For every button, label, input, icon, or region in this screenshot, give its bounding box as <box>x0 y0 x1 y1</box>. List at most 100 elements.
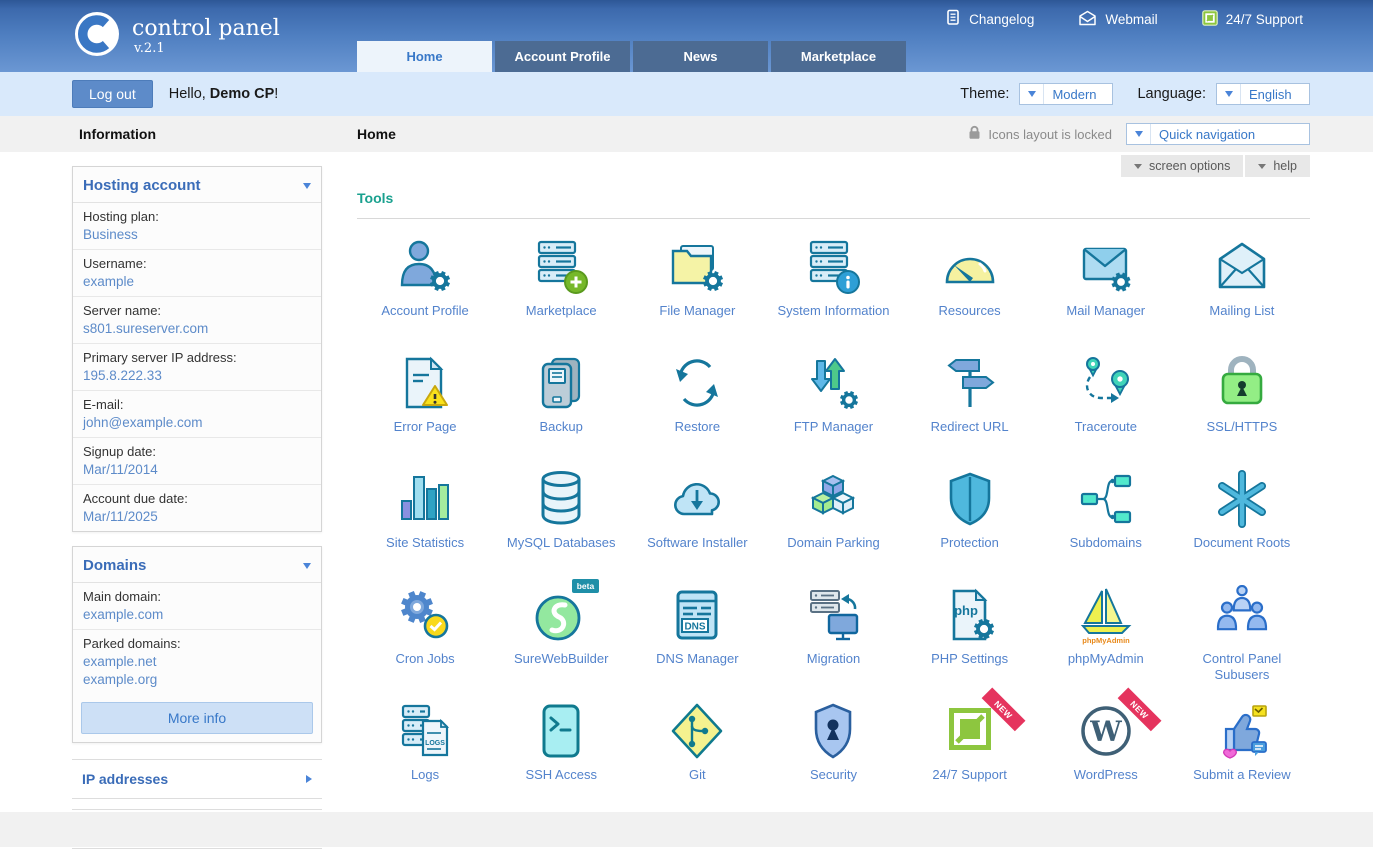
quick-navigation-select[interactable]: Quick navigation <box>1126 123 1310 145</box>
tools-section-title: Tools <box>357 190 1310 219</box>
header-link-label: 24/7 Support <box>1226 12 1303 27</box>
migration-icon <box>794 583 872 645</box>
tool-error-page[interactable]: Error Page <box>357 351 493 467</box>
tool-label: Submit a Review <box>1186 767 1298 783</box>
wordpress-icon: WNEW <box>1067 699 1145 761</box>
tool-ftp-manager[interactable]: FTP Manager <box>765 351 901 467</box>
expand-arrow-icon[interactable] <box>306 775 312 783</box>
tool-marketplace[interactable]: Marketplace <box>493 235 629 351</box>
tool-label: Domain Parking <box>777 535 889 551</box>
tool-backup[interactable]: Backup <box>493 351 629 467</box>
tool-submit-a-review[interactable]: Submit a Review <box>1174 699 1310 815</box>
tool-document-roots[interactable]: Document Roots <box>1174 467 1310 583</box>
greeting: Hello,Demo CP! <box>169 86 279 102</box>
logout-button[interactable]: Log out <box>72 80 153 108</box>
traceroute-icon <box>1067 351 1145 413</box>
support-badge-icon <box>1202 10 1218 29</box>
tool-dns-manager[interactable]: DNSDNS Manager <box>629 583 765 699</box>
chevron-down-icon[interactable] <box>1020 84 1044 104</box>
header-link-24-7-support[interactable]: 24/7 Support <box>1202 10 1303 29</box>
account-field-account-due-date: Account due date:Mar/11/2025 <box>73 485 321 531</box>
tool-phpmyadmin[interactable]: phpMyAdminphpMyAdmin <box>1038 583 1174 699</box>
content-area: Hosting account Hosting plan:BusinessUse… <box>0 152 1373 849</box>
tool-label: phpMyAdmin <box>1050 651 1162 667</box>
chevron-down-icon[interactable] <box>1217 84 1241 104</box>
field-label: Main domain: <box>83 589 311 604</box>
file-manager-icon <box>658 235 736 297</box>
tool-label: 24/7 Support <box>914 767 1026 783</box>
tool-surewebbuilder[interactable]: betaSureWebBuilder <box>493 583 629 699</box>
tool-file-manager[interactable]: File Manager <box>629 235 765 351</box>
screen-options-button[interactable]: screen options <box>1121 155 1243 177</box>
field-value: Mar/11/2025 <box>83 509 311 524</box>
tool-resources[interactable]: Resources <box>902 235 1038 351</box>
tool-label: Restore <box>641 419 753 435</box>
cp-subusers-icon <box>1203 583 1281 645</box>
tool-ssl-https[interactable]: SSL/HTTPS <box>1174 351 1310 467</box>
header-link-webmail[interactable]: Webmail <box>1078 10 1157 29</box>
surewebbuilder-icon: beta <box>522 583 600 645</box>
tool-migration[interactable]: Migration <box>765 583 901 699</box>
language-value: English <box>1241 87 1309 102</box>
tool-git[interactable]: Git <box>629 699 765 815</box>
tool-protection[interactable]: Protection <box>902 467 1038 583</box>
field-value: 195.8.222.33 <box>83 368 311 383</box>
tool-php-settings[interactable]: phpPHP Settings <box>902 583 1038 699</box>
tool-mysql-databases[interactable]: MySQL Databases <box>493 467 629 583</box>
chevron-down-icon[interactable] <box>1127 124 1151 144</box>
tool-domain-parking[interactable]: Domain Parking <box>765 467 901 583</box>
tool-cron-jobs[interactable]: Cron Jobs <box>357 583 493 699</box>
tool-security[interactable]: Security <box>765 699 901 815</box>
tab-marketplace[interactable]: Marketplace <box>771 41 906 72</box>
tool-label: PHP Settings <box>914 651 1026 667</box>
ssl-https-icon <box>1203 351 1281 413</box>
field-label: Hosting plan: <box>83 209 311 224</box>
field-label: Parked domains: <box>83 636 311 651</box>
tool-software-installer[interactable]: Software Installer <box>629 467 765 583</box>
tool-label: DNS Manager <box>641 651 753 667</box>
collapse-arrow-icon[interactable] <box>303 563 311 569</box>
webmail-icon <box>1078 10 1097 29</box>
sidebar-section-ip-addresses[interactable]: IP addresses <box>72 759 322 799</box>
collapse-arrow-icon[interactable] <box>303 183 311 189</box>
help-button[interactable]: help <box>1245 155 1310 177</box>
tool-label: Subdomains <box>1050 535 1162 551</box>
tool-subdomains[interactable]: Subdomains <box>1038 467 1174 583</box>
app-version: v.2.1 <box>134 42 280 56</box>
more-info-button[interactable]: More info <box>81 702 313 734</box>
account-profile-icon <box>386 235 464 297</box>
language-label: Language: <box>1137 86 1206 102</box>
chevron-down-icon <box>1258 164 1266 169</box>
tool-site-statistics[interactable]: Site Statistics <box>357 467 493 583</box>
tool-label: File Manager <box>641 303 753 319</box>
language-select[interactable]: English <box>1216 83 1310 105</box>
tool-ssh-access[interactable]: SSH Access <box>493 699 629 815</box>
theme-select[interactable]: Modern <box>1019 83 1113 105</box>
tool-mail-manager[interactable]: Mail Manager <box>1038 235 1174 351</box>
tool-system-information[interactable]: System Information <box>765 235 901 351</box>
tool-traceroute[interactable]: Traceroute <box>1038 351 1174 467</box>
tab-home[interactable]: Home <box>357 41 492 72</box>
tool-redirect-url[interactable]: Redirect URL <box>902 351 1038 467</box>
tool-24-7-support[interactable]: NEW24/7 Support <box>902 699 1038 815</box>
account-field-server-name: Server name:s801.sureserver.com <box>73 297 321 344</box>
tool-label: Document Roots <box>1186 535 1298 551</box>
tool-mailing-list[interactable]: Mailing List <box>1174 235 1310 351</box>
protection-icon <box>931 467 1009 529</box>
tab-account-profile[interactable]: Account Profile <box>495 41 630 72</box>
domains-header[interactable]: Domains <box>73 547 321 583</box>
account-field-e-mail: E-mail:john@example.com <box>73 391 321 438</box>
tool-control-panel-subusers[interactable]: Control Panel Subusers <box>1174 583 1310 699</box>
cron-jobs-icon <box>386 583 464 645</box>
tool-logs[interactable]: LOGSLogs <box>357 699 493 815</box>
logo-c-icon <box>74 11 120 62</box>
tool-label: Traceroute <box>1050 419 1162 435</box>
tool-account-profile[interactable]: Account Profile <box>357 235 493 351</box>
hosting-account-header[interactable]: Hosting account <box>73 167 321 203</box>
tool-label: System Information <box>777 303 889 319</box>
tab-news[interactable]: News <box>633 41 768 72</box>
domain-parking-icon <box>794 467 872 529</box>
header-link-changelog[interactable]: Changelog <box>945 9 1034 29</box>
tool-wordpress[interactable]: WNEWWordPress <box>1038 699 1174 815</box>
tool-restore[interactable]: Restore <box>629 351 765 467</box>
